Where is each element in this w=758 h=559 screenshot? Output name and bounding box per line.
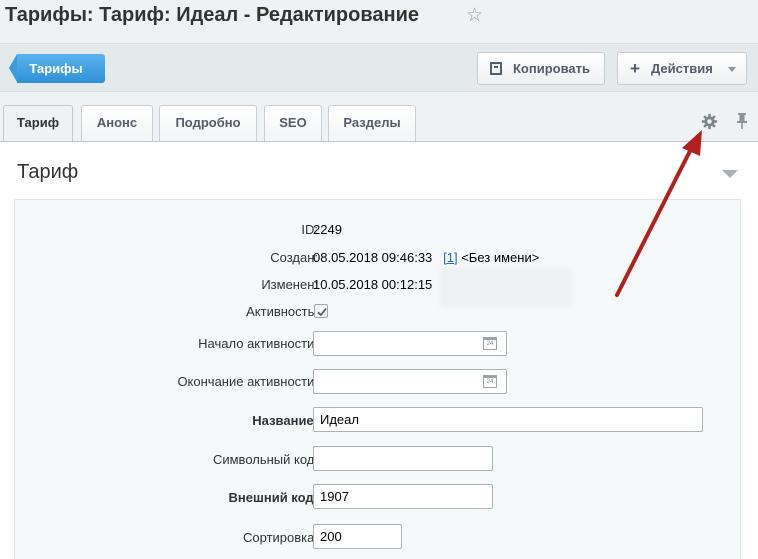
back-to-list-button[interactable]: Тарифы [9, 54, 105, 83]
active-checkbox[interactable] [314, 304, 328, 318]
actions-button-label: Действия [651, 61, 713, 76]
copy-icon [490, 62, 502, 75]
created-user-name: <Без имени> [461, 250, 540, 265]
active-label: Активность: [246, 304, 318, 319]
active-to-label: Окончание активности: [177, 374, 318, 389]
code-label: Символьный код: [212, 452, 318, 467]
toolbar: Тарифы Копировать + Действия [0, 43, 758, 92]
gear-icon[interactable] [701, 113, 718, 130]
active-from-input[interactable]: 24 [313, 331, 507, 356]
checkmark-icon [317, 307, 327, 317]
star-icon[interactable]: ☆ [466, 4, 483, 27]
xml-id-label: Внешний код: [228, 490, 318, 505]
created-user-link[interactable]: [1] [443, 250, 457, 265]
pin-icon[interactable] [735, 112, 749, 130]
sort-value: 200 [320, 529, 342, 544]
sort-input[interactable]: 200 [313, 524, 402, 549]
active-from-label: Начало активности: [198, 336, 318, 351]
section-title: Тариф [17, 161, 79, 183]
tab-details[interactable]: Подробно [159, 105, 257, 141]
calendar-icon[interactable]: 24 [483, 375, 497, 388]
modified-date: 10.05.2018 00:12:15 [313, 277, 433, 292]
page-title: Тарифы: Тариф: Идеал - Редактирование [5, 4, 419, 26]
created-label: Создан: [270, 250, 318, 265]
copy-button[interactable]: Копировать [477, 52, 605, 85]
created-date: 08.05.2018 09:46:33 [313, 250, 433, 265]
redacted-area [440, 267, 572, 307]
xml-id-input[interactable]: 1907 [313, 484, 493, 509]
tab-seo[interactable]: SEO [264, 105, 322, 141]
name-input[interactable]: Идеал [313, 407, 703, 432]
tab-tariff[interactable]: Тариф [3, 105, 73, 143]
name-label: Название: [252, 413, 318, 428]
copy-button-label: Копировать [513, 61, 591, 76]
actions-button[interactable]: + Действия [617, 52, 747, 85]
xml-id-value: 1907 [320, 489, 349, 504]
sort-label: Сортировка: [243, 530, 318, 545]
name-value: Идеал [320, 412, 359, 427]
active-to-input[interactable]: 24 [313, 369, 507, 394]
back-arrow-shape [9, 54, 17, 82]
tab-bar: Тариф Анонс Подробно SEO Разделы [0, 105, 758, 143]
tab-announce[interactable]: Анонс [81, 105, 153, 141]
created-info: 08.05.2018 09:46:33 [1] <Без имени> [313, 250, 539, 265]
chevron-down-icon [728, 67, 736, 72]
code-input[interactable] [313, 446, 493, 471]
tab-sections[interactable]: Разделы [328, 105, 416, 141]
back-button-label: Тарифы [17, 54, 105, 83]
calendar-icon[interactable]: 24 [483, 337, 497, 350]
plus-icon: + [630, 59, 640, 78]
modified-label: Изменен: [261, 277, 318, 292]
id-value: 2249 [313, 222, 342, 237]
collapse-icon[interactable] [722, 170, 738, 178]
